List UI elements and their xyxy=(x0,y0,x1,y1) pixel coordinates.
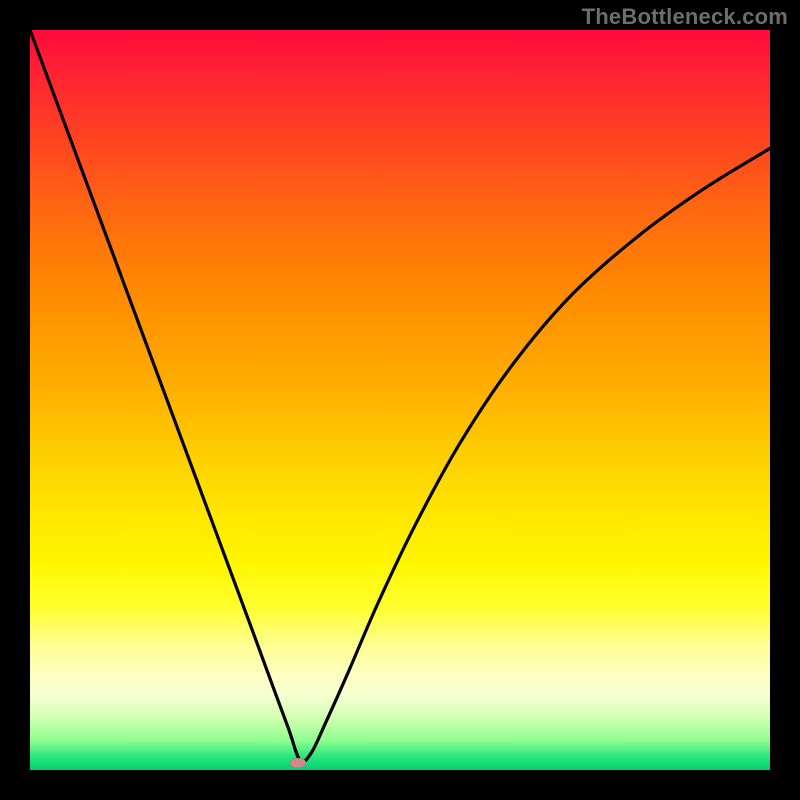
watermark-text: TheBottleneck.com xyxy=(582,4,788,30)
minimum-marker xyxy=(290,758,306,768)
bottleneck-curve xyxy=(30,30,770,770)
chart-frame: TheBottleneck.com xyxy=(0,0,800,800)
plot-area xyxy=(30,30,770,770)
